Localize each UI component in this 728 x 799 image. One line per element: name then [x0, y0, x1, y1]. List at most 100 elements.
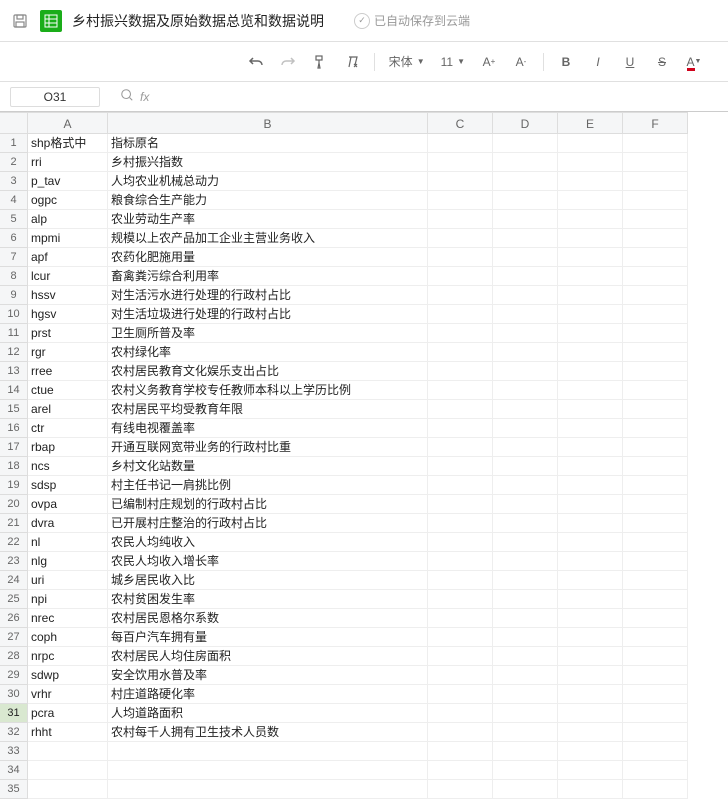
cell[interactable]: 村庄道路硬化率 [108, 685, 428, 704]
cell[interactable] [108, 742, 428, 761]
cell[interactable] [623, 628, 688, 647]
cell[interactable]: nlg [28, 552, 108, 571]
cell[interactable]: coph [28, 628, 108, 647]
row-header[interactable]: 15 [0, 400, 28, 419]
cell[interactable] [493, 552, 558, 571]
cell[interactable] [493, 457, 558, 476]
cell[interactable] [623, 590, 688, 609]
cell[interactable] [558, 685, 623, 704]
cell[interactable] [493, 343, 558, 362]
row-header[interactable]: 21 [0, 514, 28, 533]
cell[interactable]: 畜禽粪污综合利用率 [108, 267, 428, 286]
font-family-select[interactable]: 宋体 ▼ [383, 51, 431, 72]
cell[interactable]: ctue [28, 381, 108, 400]
cell[interactable] [493, 495, 558, 514]
cell[interactable] [493, 229, 558, 248]
redo-button[interactable] [274, 48, 302, 76]
cell[interactable] [493, 153, 558, 172]
cell[interactable] [623, 476, 688, 495]
cell[interactable]: hssv [28, 286, 108, 305]
cell[interactable]: 农村居民平均受教育年限 [108, 400, 428, 419]
cell[interactable] [428, 514, 493, 533]
italic-button[interactable]: I [584, 48, 612, 76]
cell[interactable]: p_tav [28, 172, 108, 191]
cell[interactable]: 农民人均收入增长率 [108, 552, 428, 571]
row-header[interactable]: 25 [0, 590, 28, 609]
document-title[interactable]: 乡村振兴数据及原始数据总览和数据说明 [72, 11, 324, 31]
cell[interactable] [428, 324, 493, 343]
cell[interactable] [493, 666, 558, 685]
cell[interactable]: nl [28, 533, 108, 552]
column-header[interactable]: A [28, 112, 108, 134]
row-header[interactable]: 5 [0, 210, 28, 229]
cell[interactable]: shp格式中 [28, 134, 108, 153]
column-header[interactable]: C [428, 112, 493, 134]
cell[interactable] [493, 286, 558, 305]
column-header[interactable]: E [558, 112, 623, 134]
cell[interactable] [558, 381, 623, 400]
font-color-button[interactable]: A ▼ [680, 48, 708, 76]
cell[interactable]: 对生活污水进行处理的行政村占比 [108, 286, 428, 305]
cell[interactable]: 农民人均纯收入 [108, 533, 428, 552]
cell[interactable] [558, 704, 623, 723]
cell[interactable]: 农村居民人均住房面积 [108, 647, 428, 666]
cell[interactable]: nrpc [28, 647, 108, 666]
row-header[interactable]: 10 [0, 305, 28, 324]
row-header[interactable]: 9 [0, 286, 28, 305]
spreadsheet-grid[interactable]: ABCDEF1shp格式中指标原名2rri乡村振兴指数3p_tav人均农业机械总… [0, 112, 728, 799]
row-header[interactable]: 1 [0, 134, 28, 153]
row-header[interactable]: 7 [0, 248, 28, 267]
cell[interactable] [623, 647, 688, 666]
cell[interactable] [558, 666, 623, 685]
column-header[interactable]: B [108, 112, 428, 134]
cell[interactable] [623, 229, 688, 248]
row-header[interactable]: 3 [0, 172, 28, 191]
cell[interactable]: rri [28, 153, 108, 172]
cell[interactable] [623, 723, 688, 742]
row-header[interactable]: 31 [0, 704, 28, 723]
cell[interactable]: sdsp [28, 476, 108, 495]
cell[interactable] [428, 533, 493, 552]
bold-button[interactable]: B [552, 48, 580, 76]
cell[interactable] [623, 134, 688, 153]
increase-font-button[interactable]: A+ [475, 48, 503, 76]
cell[interactable]: 农药化肥施用量 [108, 248, 428, 267]
cell[interactable]: prst [28, 324, 108, 343]
cell[interactable] [428, 419, 493, 438]
row-header[interactable]: 19 [0, 476, 28, 495]
cell[interactable] [623, 381, 688, 400]
row-header[interactable]: 24 [0, 571, 28, 590]
cell[interactable] [493, 476, 558, 495]
cell[interactable] [428, 742, 493, 761]
row-header[interactable]: 28 [0, 647, 28, 666]
cell[interactable] [623, 343, 688, 362]
cell[interactable] [493, 172, 558, 191]
cell[interactable] [623, 514, 688, 533]
cell[interactable] [558, 210, 623, 229]
cell[interactable] [428, 704, 493, 723]
cell[interactable]: uri [28, 571, 108, 590]
cell[interactable] [493, 685, 558, 704]
cell[interactable]: 城乡居民收入比 [108, 571, 428, 590]
cell[interactable]: 农村居民教育文化娱乐支出占比 [108, 362, 428, 381]
row-header[interactable]: 26 [0, 609, 28, 628]
cell[interactable] [428, 590, 493, 609]
cell[interactable] [493, 647, 558, 666]
cell[interactable] [623, 362, 688, 381]
cell[interactable] [428, 134, 493, 153]
cell[interactable] [623, 267, 688, 286]
format-painter-button[interactable] [306, 48, 334, 76]
cell[interactable] [28, 780, 108, 799]
cell[interactable] [623, 324, 688, 343]
cell[interactable] [623, 210, 688, 229]
cell[interactable] [428, 571, 493, 590]
cell[interactable] [493, 191, 558, 210]
cell[interactable] [493, 134, 558, 153]
cell[interactable] [623, 761, 688, 780]
row-header[interactable]: 12 [0, 343, 28, 362]
cell[interactable]: mpmi [28, 229, 108, 248]
strikethrough-button[interactable]: S [648, 48, 676, 76]
cell[interactable]: 乡村振兴指数 [108, 153, 428, 172]
cell[interactable] [428, 495, 493, 514]
row-header[interactable]: 17 [0, 438, 28, 457]
